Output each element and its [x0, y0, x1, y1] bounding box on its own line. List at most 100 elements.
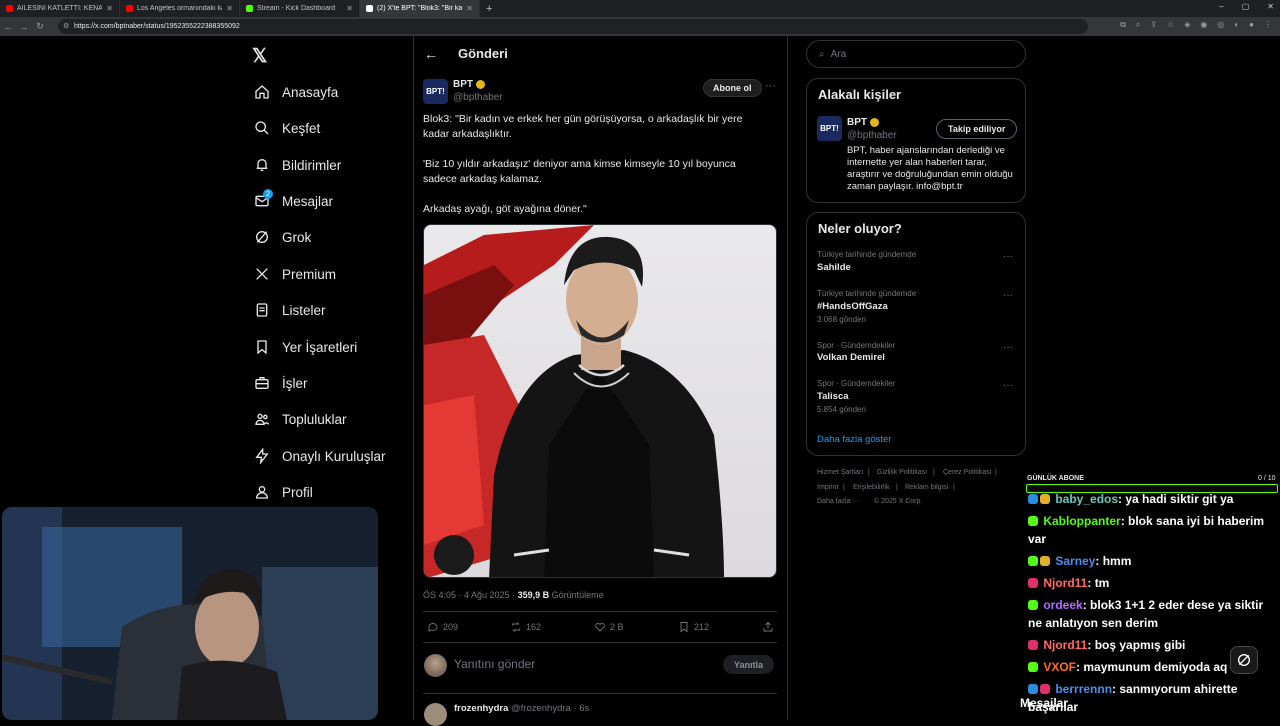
relevant-person-name[interactable]: BPT — [847, 117, 879, 128]
footer-link[interactable]: Imprint — [817, 484, 838, 491]
extension-icon[interactable]: ◈ — [1184, 20, 1190, 30]
browser-tab[interactable]: Los Angeles ormanındaki kavisli ✕ — [120, 0, 240, 17]
trend-name[interactable]: #HandsOffGaza — [817, 301, 888, 312]
x-logo-icon[interactable]: 𝕏 — [252, 45, 267, 68]
translate-icon[interactable]: ⧉ — [1120, 20, 1126, 30]
browser-tab[interactable]: AİLESİNİ KATLETTİ: KENAN ÖNER ✕ — [0, 0, 120, 17]
nav-item-grok[interactable]: Grok — [254, 222, 311, 252]
reply-input[interactable]: Yanıtını gönder — [454, 657, 535, 671]
extension-icon[interactable]: ◎ — [1217, 20, 1224, 30]
browser-tab[interactable]: Stream - Kick Dashboard ✕ — [240, 0, 360, 17]
footer-link[interactable]: Gizlilik Politikası — [877, 469, 927, 476]
author-name[interactable]: BPT — [453, 79, 485, 90]
share-icon[interactable]: ⇪ — [1150, 20, 1157, 30]
browser-tab-active[interactable]: (2) X'te BPT: "Blok3: "Bir kadın ve ✕ — [360, 0, 480, 17]
chat-username[interactable]: Kabloppanter — [1043, 514, 1120, 528]
subscribe-button[interactable]: Abone ol — [703, 79, 762, 97]
close-tab-icon[interactable]: ✕ — [226, 4, 233, 13]
trend-context: Türkiye tarihinde gündemde — [817, 250, 917, 259]
chat-username[interactable]: baby_edos — [1055, 492, 1118, 506]
url-bar[interactable]: ⚙ https://x.com/bptnaber/status/19523552… — [58, 19, 1088, 34]
show-more-link[interactable]: Daha fazla göster — [817, 434, 891, 445]
chat-tab-label[interactable]: Mesajlar — [1020, 696, 1068, 710]
footer-more-link[interactable]: Daha fazla ··· — [817, 498, 859, 505]
panel-title: Neler oluyor? — [818, 221, 902, 236]
trend-name[interactable]: Talisca — [817, 391, 849, 402]
chat-username[interactable]: Sarney — [1055, 554, 1095, 568]
reply-button[interactable]: Yanıtla — [723, 655, 775, 674]
extension-icons: ⧉ ⌕ ⇪ ☆ ◈ ◉ ◎ ◐ ● ⋮ — [1120, 20, 1272, 30]
close-tab-icon[interactable]: ✕ — [346, 4, 353, 13]
footer-link[interactable]: Erişilebilirlik — [853, 484, 890, 491]
close-tab-icon[interactable]: ✕ — [466, 4, 473, 13]
author-handle[interactable]: @bpthaber — [453, 92, 503, 103]
maximize-icon[interactable]: ▢ — [1242, 2, 1250, 11]
trend-more-icon[interactable]: ··· — [1003, 380, 1013, 391]
nav-item-explore[interactable]: Keşfet — [254, 113, 320, 143]
nav-item-jobs[interactable]: İşler — [254, 368, 308, 398]
nav-item-home[interactable]: Anasayfa — [254, 77, 338, 107]
minimize-icon[interactable]: – — [1219, 2, 1223, 11]
footer-link[interactable]: Hizmet Şartları — [817, 469, 863, 476]
views-label: Görüntüleme — [549, 590, 604, 600]
relevant-person-handle[interactable]: @bpthaber — [847, 130, 897, 141]
trend-more-icon[interactable]: ··· — [1003, 290, 1013, 301]
following-button[interactable]: Takip ediliyor — [936, 119, 1018, 139]
repost-stat[interactable]: 162 — [510, 621, 541, 633]
zoom-icon[interactable]: ⌕ — [1136, 20, 1140, 30]
relevant-person-avatar[interactable]: BPT! — [817, 116, 842, 141]
nav-item-premium[interactable]: Premium — [254, 259, 336, 289]
footer-link[interactable]: Çerez Politikası — [943, 469, 992, 476]
chat-pause-button[interactable] — [1230, 646, 1258, 674]
nav-item-label: İşler — [282, 375, 308, 391]
like-stat[interactable]: 2 B — [594, 621, 624, 633]
share-stat[interactable] — [762, 621, 774, 633]
menu-icon[interactable]: ⋮ — [1264, 20, 1272, 30]
chat-username[interactable]: Njord11 — [1043, 638, 1087, 652]
trend-more-icon[interactable]: ··· — [1003, 342, 1013, 353]
back-icon[interactable]: ← — [0, 22, 16, 32]
star-icon[interactable]: ☆ — [1167, 20, 1174, 30]
site-info-icon[interactable]: ⚙ — [63, 22, 69, 30]
profile-icon[interactable]: ● — [1249, 20, 1254, 30]
chat-username[interactable]: berrrennn — [1055, 682, 1112, 696]
author-avatar[interactable]: BPT! — [423, 79, 448, 104]
repost-icon — [512, 622, 520, 632]
close-tab-icon[interactable]: ✕ — [106, 4, 113, 13]
nav-item-notifications[interactable]: Bildirimler — [254, 150, 341, 180]
trend-name[interactable]: Sahilde — [817, 262, 851, 273]
nav-item-verified-orgs[interactable]: Onaylı Kuruluşlar — [254, 441, 386, 471]
chat-username[interactable]: Njord11 — [1043, 576, 1087, 590]
bookmark-stat[interactable]: 212 — [678, 621, 709, 633]
trend-name[interactable]: Volkan Demirel — [817, 352, 885, 363]
close-window-icon[interactable]: ✕ — [1267, 2, 1274, 11]
chat-username[interactable]: ordeek — [1043, 598, 1082, 612]
nav-item-label: Grok — [282, 229, 312, 245]
nav-item-profile[interactable]: Profil — [254, 477, 313, 507]
post-time[interactable]: ÖS 4:05 · 4 Ağu 2025 · — [423, 590, 518, 600]
window-controls: – ▢ ✕ — [1219, 2, 1274, 11]
footer-link[interactable]: Reklam bilgisi — [905, 484, 948, 491]
nav-item-bookmarks[interactable]: Yer İşaretleri — [254, 332, 357, 362]
nav-item-communities[interactable]: Topluluklar — [254, 404, 347, 434]
reload-icon[interactable]: ↻ — [32, 21, 48, 32]
extension-icon[interactable]: ◉ — [1200, 20, 1207, 30]
trend-more-icon[interactable]: ··· — [1003, 251, 1013, 262]
tweet-photo[interactable] — [423, 224, 777, 578]
trend-context: Spor · Gündemdekiler — [817, 379, 896, 388]
more-options-icon[interactable]: ··· — [765, 80, 776, 92]
bio-line: araştırır ve doğruluğundan emin olduğu — [847, 169, 1013, 180]
reply-stat[interactable]: 209 — [427, 621, 458, 633]
extension-icon[interactable]: ◐ — [1234, 20, 1239, 30]
nav-item-lists[interactable]: Listeler — [254, 295, 326, 325]
back-arrow-icon[interactable]: ← — [424, 46, 438, 62]
reply-author-avatar[interactable] — [424, 703, 447, 726]
chat-username[interactable]: VXOF — [1043, 660, 1076, 674]
reply-author-name[interactable]: frozenhydra — [454, 703, 508, 714]
search-input[interactable]: ⌕ Ara — [806, 40, 1026, 68]
new-tab-button[interactable]: + — [480, 3, 498, 15]
forward-icon[interactable]: → — [16, 22, 32, 32]
chat-message: Njord11: tm — [1028, 574, 1274, 592]
reply-author-meta: @frozenhydra · 6s — [511, 703, 590, 714]
chat-badge-icon — [1028, 640, 1038, 650]
